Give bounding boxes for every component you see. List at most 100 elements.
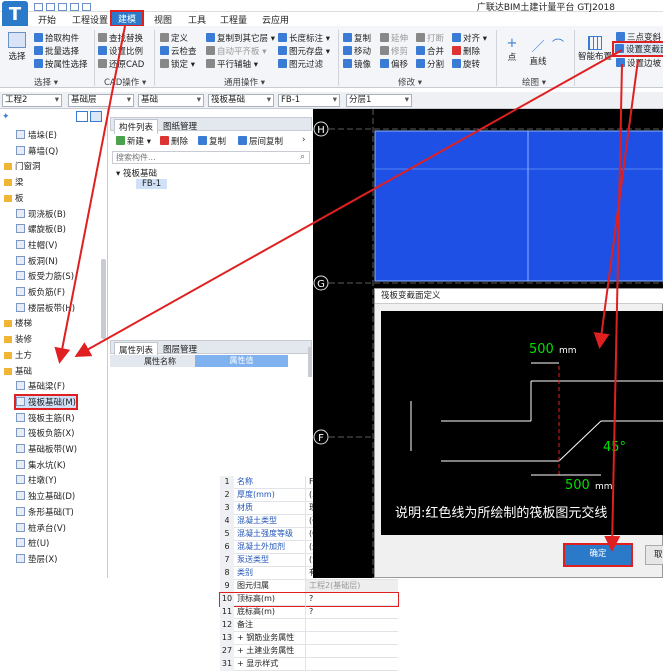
tree-node-raft[interactable]: ▾ 筏板基础 — [116, 167, 157, 179]
menu-start[interactable]: 开始 — [38, 13, 56, 26]
module-tree-item[interactable]: 土方 — [4, 349, 32, 361]
floor-select[interactable]: 基础层 — [68, 94, 134, 107]
module-tree-item[interactable]: 板 — [4, 192, 24, 204]
line-button[interactable]: ／ 直线 — [528, 36, 548, 67]
split-button[interactable]: 分割 — [416, 58, 444, 70]
break-button[interactable]: 打断 — [416, 32, 444, 44]
save-icon[interactable] — [58, 2, 67, 11]
menu-modeling[interactable]: 建模 — [109, 10, 145, 27]
open-icon[interactable] — [46, 2, 55, 11]
scrollbar[interactable] — [308, 347, 312, 377]
module-tree-item[interactable]: 板受力筋(S) — [16, 270, 74, 282]
module-tree-item[interactable]: 柱墩(Y) — [16, 474, 57, 486]
property-value[interactable]: ? — [305, 606, 398, 619]
module-tree-item[interactable]: 基础 — [4, 365, 32, 377]
module-tree-item[interactable]: 筏板主筋(R) — [16, 412, 75, 424]
extend-button[interactable]: 延伸 — [380, 32, 408, 44]
mirror-button[interactable]: 镜像 — [343, 58, 371, 70]
property-row[interactable]: 27 + 土建业务属性 — [220, 645, 398, 658]
module-tree-item[interactable]: 柱帽(V) — [16, 239, 57, 251]
property-row[interactable]: 31 + 显示样式 — [220, 658, 398, 671]
select-by-attr-button[interactable]: 按属性选择 — [34, 58, 88, 70]
tab-layer-management[interactable]: 图层管理 — [159, 342, 201, 356]
raft-slab[interactable] — [374, 130, 663, 282]
search-icon[interactable]: ⌕ — [300, 152, 305, 162]
restore-cad-button[interactable]: 还原CAD — [98, 58, 144, 70]
delete-component-button[interactable]: 删除 — [160, 135, 188, 147]
new-component-button[interactable]: 新建 ▾ — [116, 135, 151, 147]
property-value[interactable] — [305, 645, 398, 658]
batch-select-button[interactable]: 批量选择 — [34, 45, 79, 57]
menu-quantity[interactable]: 工程量 — [220, 13, 247, 26]
module-tree-item[interactable]: 独立基础(D) — [16, 490, 75, 502]
module-tree-item[interactable]: 基础梁(F) — [16, 380, 65, 392]
property-value[interactable]: ? — [305, 593, 398, 606]
module-tree-item[interactable]: 现浇板(B) — [16, 208, 66, 220]
pick-component-button[interactable]: 拾取构件 — [34, 32, 79, 44]
property-row[interactable]: 9 图元归属 工程2(基础层) — [220, 580, 398, 593]
scrollbar[interactable] — [101, 259, 106, 339]
property-value[interactable]: 工程2(基础层) — [305, 580, 398, 593]
copy-button[interactable]: 复制 — [343, 32, 371, 44]
tree-view-icon[interactable] — [90, 111, 102, 122]
undo-icon[interactable] — [70, 2, 79, 11]
three-point-slope-button[interactable]: 三点变斜 — [616, 31, 661, 43]
module-tree-item[interactable]: 梁 — [4, 176, 24, 188]
module-tree-item[interactable]: 基础板带(W) — [16, 443, 77, 455]
project-select[interactable]: 工程2 — [2, 94, 62, 107]
property-value[interactable] — [305, 619, 398, 632]
ok-button[interactable]: 确定 — [563, 543, 633, 567]
save-element-button[interactable]: 图元存盘 ▾ — [278, 45, 330, 57]
tab-component-list[interactable]: 构件列表 — [114, 119, 159, 134]
more-icon[interactable]: › — [302, 135, 305, 145]
menu-view[interactable]: 视图 — [154, 13, 172, 26]
arc-icon[interactable]: ⌒ — [552, 36, 564, 53]
length-dim-button[interactable]: 长度标注 ▾ — [278, 32, 330, 44]
module-tree-item[interactable]: 螺旋板(B) — [16, 223, 66, 235]
copy-component-button[interactable]: 复制 — [198, 135, 226, 147]
module-tree-item[interactable]: 门窗洞 — [4, 160, 41, 172]
lock-button[interactable]: 锁定 ▾ — [160, 58, 195, 70]
type-select[interactable]: 筏板基础 — [208, 94, 274, 107]
set-scale-button[interactable]: 设置比例 — [98, 45, 143, 57]
copy-between-floors-button[interactable]: 层间复制 — [238, 135, 283, 147]
define-button[interactable]: 定义 — [160, 32, 188, 44]
menu-tools[interactable]: 工具 — [188, 13, 206, 26]
component-search-input[interactable] — [112, 151, 310, 164]
module-tree-item[interactable]: 幕墙(Q) — [16, 145, 58, 157]
property-row[interactable]: 13 + 钢筋业务属性 — [220, 632, 398, 645]
tree-node-fb1[interactable]: FB-1 — [136, 179, 168, 189]
new-icon[interactable] — [34, 2, 43, 11]
align-button[interactable]: 对齐 ▾ — [452, 32, 487, 44]
select-big-button[interactable]: 选择 — [4, 32, 30, 66]
cloud-check-button[interactable]: 云检查 — [160, 45, 197, 57]
module-tree-item[interactable]: 桩(U) — [16, 537, 49, 549]
parallel-axis-button[interactable]: 平行辅轴 ▾ — [206, 58, 258, 70]
auto-align-slab-button[interactable]: 自动平齐板 ▾ — [206, 45, 266, 57]
menu-project-settings[interactable]: 工程设置 — [72, 13, 108, 26]
offset-button[interactable]: 偏移 — [380, 58, 408, 70]
category-select[interactable]: 基础 — [138, 94, 204, 107]
smart-layout-button[interactable]: 智能布置 — [578, 36, 612, 62]
element-filter-button[interactable]: 图元过滤 — [278, 58, 323, 70]
module-tree-item[interactable]: 楼层板带(H) — [16, 302, 75, 314]
move-button[interactable]: 移动 — [343, 45, 371, 57]
layer-select[interactable]: 分层1 — [346, 94, 412, 107]
module-tree-item[interactable]: 板负筋(F) — [16, 286, 65, 298]
copy-to-floor-button[interactable]: 复制到其它层 ▾ — [206, 32, 275, 44]
merge-button[interactable]: 合并 — [416, 45, 444, 57]
tab-drawing-management[interactable]: 图纸管理 — [159, 119, 201, 133]
property-row[interactable]: 10 顶标高(m)? — [219, 592, 399, 607]
module-tree-item[interactable]: 筏板基础(M) — [14, 393, 78, 410]
module-tree-item[interactable]: 板洞(N) — [16, 255, 58, 267]
set-variable-section-button[interactable]: 设置变截面 — [612, 41, 663, 57]
module-tree-item[interactable]: 楼梯 — [4, 317, 32, 329]
point-button[interactable]: + 点 — [504, 36, 520, 63]
module-tree-item[interactable]: 集水坑(K) — [16, 459, 66, 471]
list-view-icon[interactable] — [76, 111, 88, 122]
component-select[interactable]: FB-1 — [278, 94, 340, 107]
property-value[interactable] — [305, 632, 398, 645]
cancel-button[interactable]: 取消 — [645, 545, 663, 565]
rotate-button[interactable]: 旋转 — [452, 58, 480, 70]
menu-cloud[interactable]: 云应用 — [262, 13, 289, 26]
